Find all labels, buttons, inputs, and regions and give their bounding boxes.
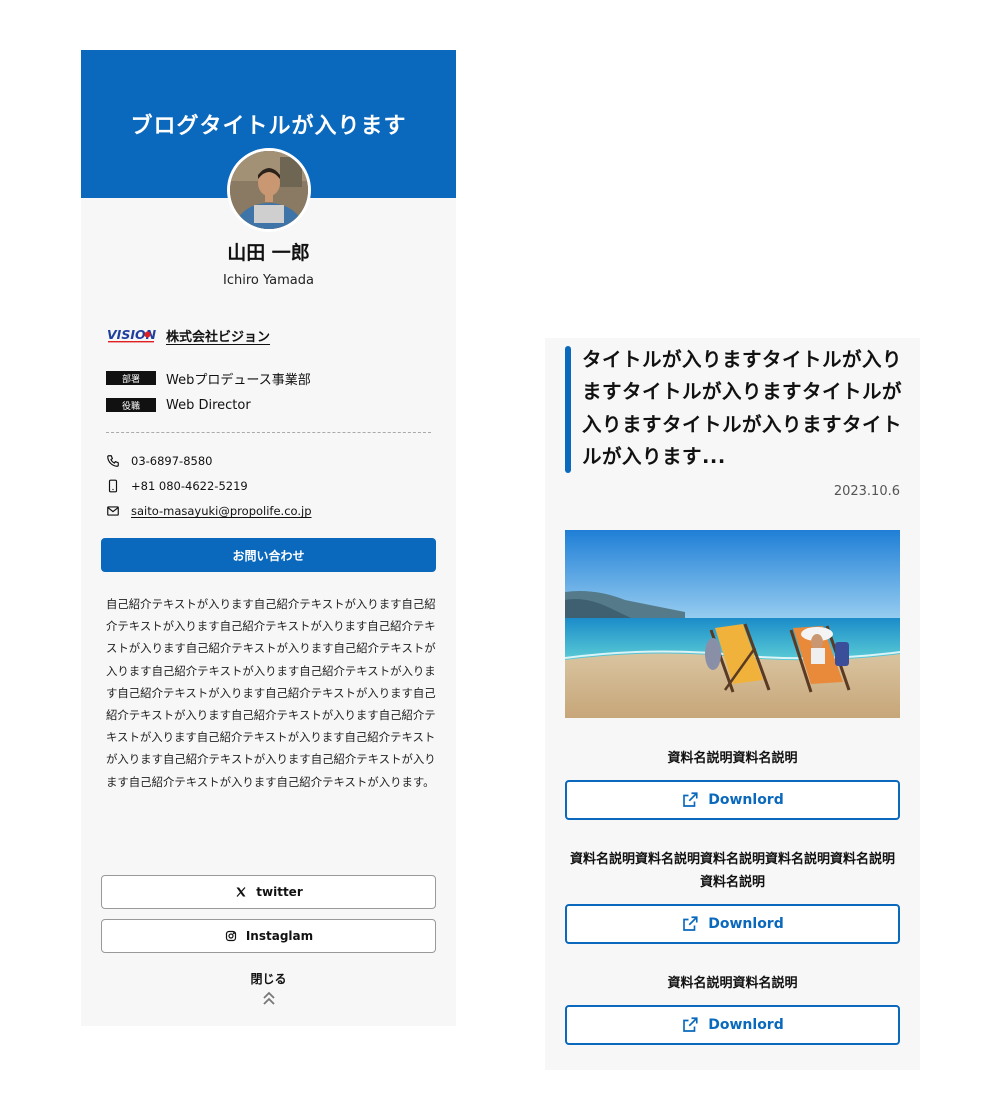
role-row: 役職 Web Director [106,395,251,415]
article-date: 2023.10.6 [833,484,900,499]
person-name: 山田 一郎 [227,242,310,264]
contact-button[interactable]: お問い合わせ [101,538,436,572]
twitter-button[interactable]: twitter [101,875,436,909]
instagram-icon [224,929,238,943]
download-label-1: Downlord [708,792,784,808]
document-label-1: 資料名説明資料名説明 [667,751,798,766]
vision-logo-icon: VISION [107,327,157,343]
document-label-3: 資料名説明資料名説明 [667,976,798,991]
article-image [565,530,900,718]
download-label-3: Downlord [708,1017,784,1033]
external-link-icon [681,915,699,933]
external-link-icon [681,1016,699,1034]
department-value: Webプロデュース事業部 [166,372,311,388]
twitter-label: twitter [256,885,303,899]
person-name-en: Ichiro Yamada [223,273,314,288]
role-value: Web Director [166,397,251,413]
email-row: saito-masayuki@propolife.co.jp [106,502,312,520]
blog-title: ブログタイトルが入ります [130,114,407,139]
download-label-2: Downlord [708,916,784,932]
department-tag: 部署 [106,371,156,385]
email-link[interactable]: saito-masayuki@propolife.co.jp [131,504,312,518]
role-tag: 役職 [106,398,156,412]
smartphone-icon [106,479,120,493]
mobile-number[interactable]: +81 080-4622-5219 [131,479,248,493]
avatar [227,148,311,232]
divider [106,432,431,433]
external-link-icon [681,791,699,809]
mail-icon [106,504,120,518]
phone-row: 03-6897-8580 [106,452,212,470]
phone-number[interactable]: 03-6897-8580 [131,454,212,468]
download-button-3[interactable]: Downlord [565,1005,900,1045]
beach-photo [565,530,900,718]
department-row: 部署 Webプロデュース事業部 [106,368,311,388]
close-label[interactable]: 閉じる [81,970,456,987]
company-row: VISION 株式会社ビジョン [106,324,270,346]
article-title: タイトルが入りますタイトルが入りますタイトルが入りますタイトルが入りますタイトル… [582,348,903,468]
mobile-row: +81 080-4622-5219 [106,477,248,495]
company-link[interactable]: 株式会社ビジョン [166,326,270,345]
instagram-button[interactable]: Instaglam [101,919,436,953]
double-chevron-up-icon[interactable] [261,990,277,1006]
self-introduction: 自己紹介テキストが入ります自己紹介テキストが入ります自己紹介テキストが入ります自… [106,597,436,789]
download-button-2[interactable]: Downlord [565,904,900,944]
instagram-label: Instaglam [245,929,314,943]
document-label-2: 資料名説明資料名説明資料名説明資料名説明資料名説明資料名説明 [569,852,895,890]
title-accent-bar [565,346,571,473]
x-logo-icon [234,885,248,899]
profile-card: ブログタイトルが入ります 山田 一郎 Ichiro Yamada VISION … [81,50,456,1026]
phone-icon [106,454,120,468]
download-button-1[interactable]: Downlord [565,780,900,820]
article-card: タイトルが入りますタイトルが入りますタイトルが入りますタイトルが入りますタイトル… [545,338,920,1070]
